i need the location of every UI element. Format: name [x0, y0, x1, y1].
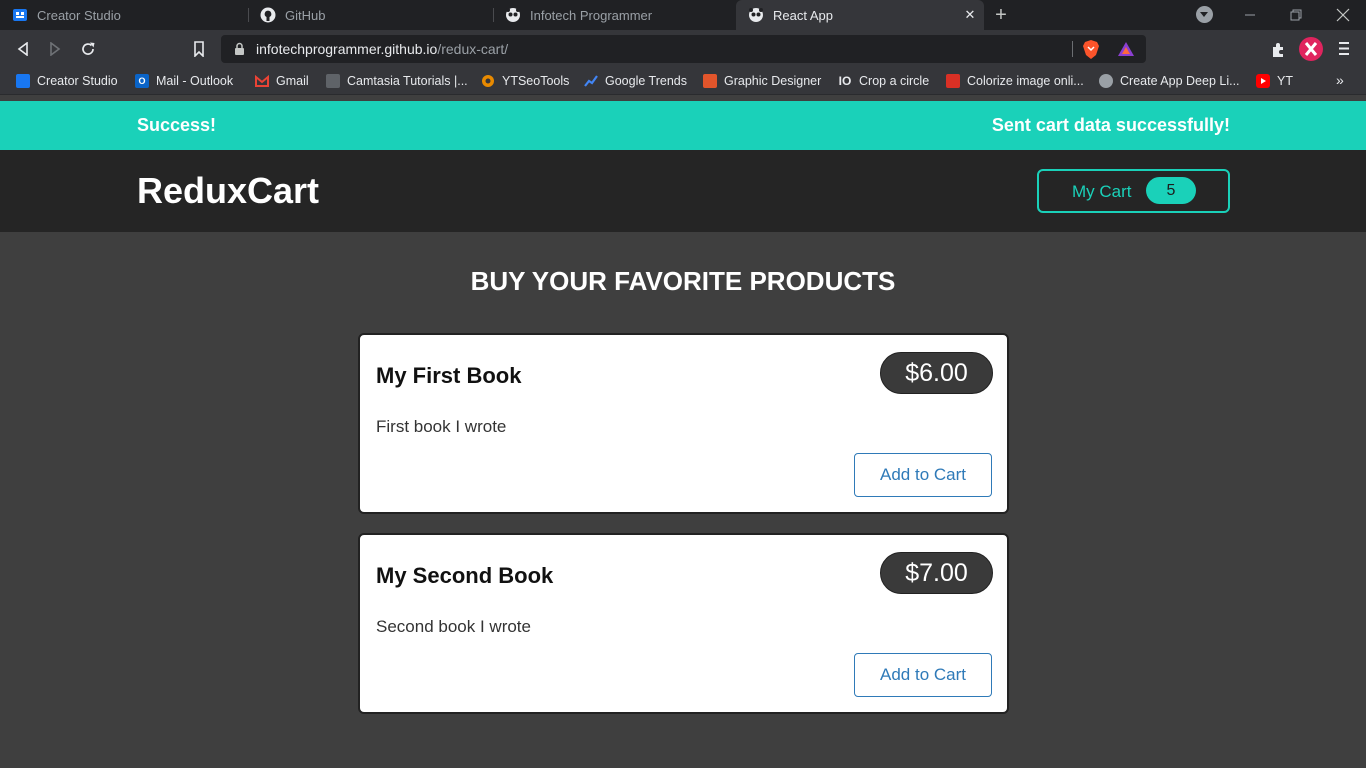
tab-infotech-programmer[interactable]: Infotech Programmer: [493, 0, 733, 30]
camtasia-icon: [326, 74, 340, 88]
creator-studio-icon: [16, 74, 30, 88]
bookmarks-bar: Creator Studio O Mail - Outlook Gmail Ca…: [0, 68, 1366, 95]
tab-title: GitHub: [285, 7, 326, 23]
my-cart-button[interactable]: My Cart 5: [1037, 169, 1230, 213]
bookmark-google-trends[interactable]: Google Trends: [584, 72, 687, 90]
bookmark-deep-link[interactable]: Create App Deep Li...: [1099, 72, 1240, 90]
product-title: My Second Book: [376, 563, 554, 588]
bookmark-label: Google Trends: [605, 74, 687, 88]
bookmark-label: Colorize image onli...: [967, 74, 1084, 88]
products-heading: BUY YOUR FAVORITE PRODUCTS: [470, 266, 896, 296]
product-price: $7.00: [880, 552, 993, 594]
bookmark-label: Gmail: [276, 74, 309, 88]
graphic-designer-icon: [703, 74, 717, 88]
close-window-button[interactable]: [1320, 0, 1366, 30]
tab-react-app[interactable]: React App ✕: [736, 0, 984, 30]
lock-icon[interactable]: [234, 42, 245, 61]
add-to-cart-button[interactable]: Add to Cart: [854, 653, 992, 697]
more-bookmarks-icon[interactable]: »: [1336, 72, 1344, 88]
url-text[interactable]: infotechprogrammer.github.io/redux-cart/: [256, 41, 508, 57]
ytseotools-icon: [481, 74, 495, 88]
cart-label: My Cart: [1072, 182, 1132, 201]
tab-title: Infotech Programmer: [530, 7, 653, 23]
extensions-icon[interactable]: [1270, 41, 1287, 63]
product-card: My Second Book $7.00 Second book I wrote…: [358, 533, 1009, 714]
bookmark-label: YTSeoTools: [502, 74, 570, 88]
product-price: $6.00: [880, 352, 993, 394]
brave-shield-icon[interactable]: [1082, 40, 1100, 64]
address-bar[interactable]: infotechprogrammer.github.io/redux-cart/: [221, 35, 1146, 63]
tab-github[interactable]: GitHub: [248, 0, 493, 30]
notification-bar: Success! Sent cart data successfully!: [0, 101, 1366, 150]
bookmark-label: Camtasia Tutorials |...: [347, 74, 468, 88]
bookmark-icon[interactable]: [188, 38, 210, 60]
app-logo: ReduxCart: [137, 170, 320, 211]
bookmark-label: Create App Deep Li...: [1120, 74, 1240, 88]
crop-circle-icon: IO: [838, 74, 852, 88]
outlook-icon: O: [135, 74, 149, 88]
google-trends-icon: [584, 74, 598, 88]
close-icon[interactable]: ✕: [962, 7, 978, 23]
youtube-icon: [1256, 74, 1270, 88]
tab-search-icon[interactable]: [1196, 6, 1213, 23]
bookmark-ytseotools[interactable]: YTSeoTools: [481, 72, 569, 90]
add-to-cart-button[interactable]: Add to Cart: [854, 453, 992, 497]
bookmark-camtasia[interactable]: Camtasia Tutorials |...: [326, 72, 468, 90]
back-button[interactable]: [12, 38, 34, 60]
bookmark-label: Mail - Outlook: [156, 74, 234, 88]
bookmark-gmail[interactable]: Gmail: [255, 72, 309, 90]
github-icon: [260, 7, 276, 23]
new-tab-button[interactable]: +: [990, 4, 1012, 26]
product-card: My First Book $6.00 First book I wrote A…: [358, 333, 1009, 514]
deeplink-icon: [1099, 74, 1113, 88]
bookmark-creator-studio[interactable]: Creator Studio: [16, 72, 118, 90]
product-description: Second book I wrote: [376, 617, 531, 636]
tab-title: Creator Studio: [37, 7, 121, 23]
notification-title: Success!: [137, 115, 217, 135]
app-header: ReduxCart My Cart 5: [0, 150, 1366, 232]
cart-count-badge: 5: [1146, 177, 1196, 204]
bookmark-label: Crop a circle: [859, 74, 930, 88]
bookmark-crop-circle[interactable]: IO Crop a circle: [838, 72, 930, 90]
bookmark-graphic-designer[interactable]: Graphic Designer: [703, 72, 821, 90]
menu-icon[interactable]: [1338, 40, 1350, 62]
brave-rewards-icon[interactable]: [1117, 41, 1135, 62]
colorize-icon: [946, 74, 960, 88]
reload-button[interactable]: [77, 38, 99, 60]
url-host: infotechprogrammer.github.io: [256, 41, 438, 57]
panda-icon: [748, 7, 764, 23]
tab-strip: Creator Studio GitHub Infotech Programme…: [0, 0, 1366, 30]
bookmark-label: YT: [1277, 74, 1293, 88]
product-title: My First Book: [376, 363, 522, 388]
product-description: First book I wrote: [376, 417, 507, 436]
address-divider: [1072, 41, 1073, 57]
bookmark-yt[interactable]: YT: [1256, 72, 1293, 90]
tab-title: React App: [773, 7, 833, 23]
creator-studio-icon: [12, 7, 28, 23]
notification-message: Sent cart data successfully!: [991, 115, 1230, 135]
bookmark-mail-outlook[interactable]: O Mail - Outlook: [135, 72, 233, 90]
minimize-button[interactable]: [1227, 0, 1273, 30]
restore-button[interactable]: [1273, 0, 1319, 30]
url-path: /redux-cart/: [437, 41, 509, 57]
forward-button[interactable]: [44, 38, 66, 60]
profile-avatar[interactable]: [1299, 37, 1323, 66]
gmail-icon: [255, 74, 269, 88]
tab-creator-studio[interactable]: Creator Studio: [0, 0, 248, 30]
bookmark-label: Creator Studio: [37, 74, 118, 88]
bookmark-colorize[interactable]: Colorize image onli...: [946, 72, 1084, 90]
panda-icon: [505, 7, 521, 23]
bookmark-label: Graphic Designer: [724, 74, 822, 88]
